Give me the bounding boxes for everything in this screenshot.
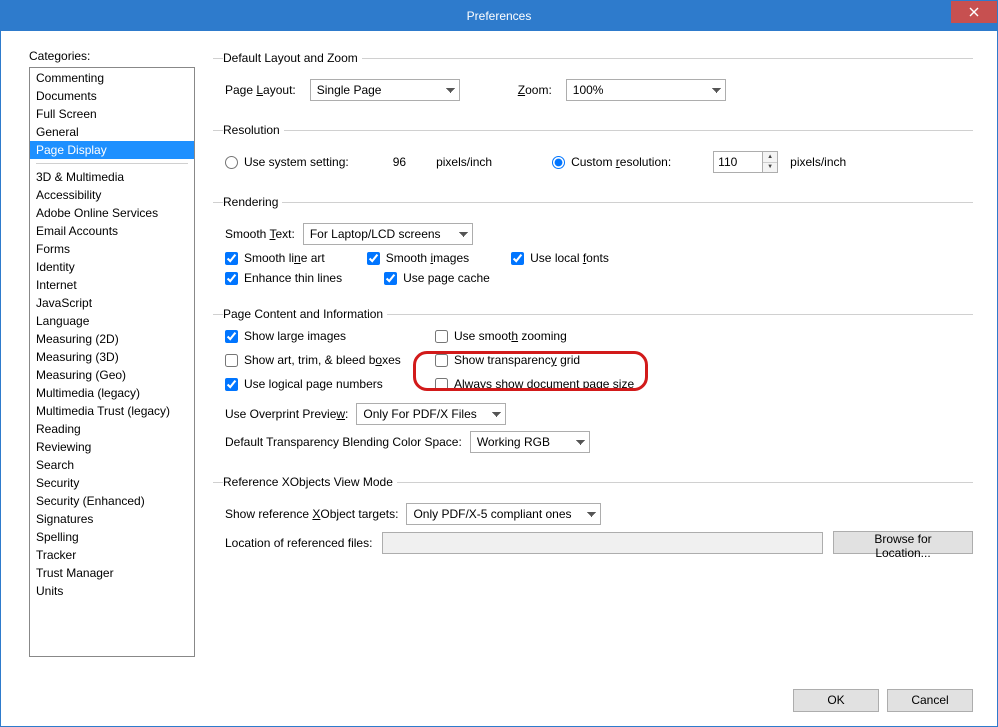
blend-label: Default Transparency Blending Color Spac…	[225, 435, 462, 449]
dialog-footer: OK Cancel	[1, 674, 997, 726]
legend-resolution: Resolution	[223, 123, 284, 137]
xobject-targets-label: Show reference XObject targets:	[225, 507, 398, 521]
category-item[interactable]: Reviewing	[30, 438, 194, 456]
category-item[interactable]: JavaScript	[30, 294, 194, 312]
location-label: Location of referenced files:	[225, 536, 372, 550]
check-use-page-cache[interactable]: Use page cache	[384, 271, 490, 285]
cancel-button[interactable]: Cancel	[887, 689, 973, 712]
legend-rendering: Rendering	[223, 195, 282, 209]
category-item[interactable]: Units	[30, 582, 194, 600]
categories-column: Categories: CommentingDocumentsFull Scre…	[29, 49, 195, 674]
xobject-targets-select[interactable]: Only PDF/X-5 compliant ones	[406, 503, 601, 525]
group-resolution: Resolution Use system setting: 96 pixels…	[213, 123, 973, 185]
category-item[interactable]: Language	[30, 312, 194, 330]
category-item[interactable]: Page Display	[30, 141, 194, 159]
category-item[interactable]: Spelling	[30, 528, 194, 546]
category-item[interactable]: Multimedia Trust (legacy)	[30, 402, 194, 420]
blend-select[interactable]: Working RGB	[470, 431, 590, 453]
radio-system-setting[interactable]: Use system setting:	[225, 155, 349, 169]
check-transparency-grid[interactable]: Show transparency grid	[435, 353, 655, 367]
categories-label: Categories:	[29, 49, 195, 63]
radio-custom-resolution[interactable]: Custom resolution:	[552, 155, 671, 169]
overprint-label: Use Overprint Preview:	[225, 407, 348, 421]
group-rendering: Rendering Smooth Text: For Laptop/LCD sc…	[213, 195, 973, 297]
window-title: Preferences	[467, 9, 532, 23]
check-always-show-doc-size[interactable]: Always show document page size	[435, 377, 655, 391]
custom-res-input[interactable]	[713, 151, 763, 173]
check-use-local-fonts[interactable]: Use local fonts	[511, 251, 609, 265]
category-item[interactable]: Forms	[30, 240, 194, 258]
category-item[interactable]: Search	[30, 456, 194, 474]
zoom-label: Zoom:	[518, 83, 552, 97]
category-item[interactable]: Multimedia (legacy)	[30, 384, 194, 402]
category-item[interactable]: Full Screen	[30, 105, 194, 123]
category-item[interactable]: Commenting	[30, 69, 194, 87]
smooth-text-label: Smooth Text:	[225, 227, 295, 241]
category-item[interactable]: Accessibility	[30, 186, 194, 204]
group-layout-zoom: Default Layout and Zoom Page Layout: Sin…	[213, 51, 973, 113]
categories-list[interactable]: CommentingDocumentsFull ScreenGeneralPag…	[29, 67, 195, 657]
page-layout-label: Page Layout:	[225, 83, 296, 97]
overprint-select[interactable]: Only For PDF/X Files	[356, 403, 506, 425]
titlebar: Preferences	[1, 1, 997, 31]
group-xobjects: Reference XObjects View Mode Show refere…	[213, 475, 973, 566]
browse-location-button[interactable]: Browse for Location...	[833, 531, 973, 554]
check-smooth-images[interactable]: Smooth images	[367, 251, 469, 265]
zoom-select[interactable]: 100%	[566, 79, 726, 101]
preferences-window: Preferences Categories: CommentingDocume…	[0, 0, 998, 727]
legend-layout-zoom: Default Layout and Zoom	[223, 51, 362, 65]
content-area: Categories: CommentingDocumentsFull Scre…	[1, 31, 997, 674]
system-res-value: 96	[393, 155, 406, 169]
category-item[interactable]: Measuring (Geo)	[30, 366, 194, 384]
category-item[interactable]: Security (Enhanced)	[30, 492, 194, 510]
check-enhance-thin-lines[interactable]: Enhance thin lines	[225, 271, 342, 285]
smooth-text-select[interactable]: For Laptop/LCD screens	[303, 223, 473, 245]
check-smooth-zooming[interactable]: Use smooth zooming	[435, 329, 655, 343]
check-art-trim-bleed[interactable]: Show art, trim, & bleed boxes	[225, 353, 435, 367]
check-show-large-images[interactable]: Show large images	[225, 329, 435, 343]
pixels-inch-1: pixels/inch	[436, 155, 492, 169]
category-item[interactable]: Measuring (3D)	[30, 348, 194, 366]
spinner-down-icon[interactable]: ▼	[763, 163, 777, 173]
spinner-up-icon[interactable]: ▲	[763, 152, 777, 163]
category-item[interactable]: Documents	[30, 87, 194, 105]
check-logical-page-numbers[interactable]: Use logical page numbers	[225, 377, 435, 391]
category-item[interactable]: General	[30, 123, 194, 141]
settings-column: Default Layout and Zoom Page Layout: Sin…	[213, 49, 973, 674]
category-item[interactable]: Adobe Online Services	[30, 204, 194, 222]
legend-xobjects: Reference XObjects View Mode	[223, 475, 397, 489]
group-page-content: Page Content and Information Show large …	[213, 307, 973, 465]
ok-button[interactable]: OK	[793, 689, 879, 712]
category-item[interactable]: Internet	[30, 276, 194, 294]
close-icon	[969, 7, 979, 17]
page-layout-select[interactable]: Single Page	[310, 79, 460, 101]
pixels-inch-2: pixels/inch	[790, 155, 846, 169]
category-item[interactable]: Identity	[30, 258, 194, 276]
category-item[interactable]: 3D & Multimedia	[30, 168, 194, 186]
check-smooth-line-art[interactable]: Smooth line art	[225, 251, 325, 265]
category-item[interactable]: Security	[30, 474, 194, 492]
category-item[interactable]: Measuring (2D)	[30, 330, 194, 348]
category-item[interactable]: Tracker	[30, 546, 194, 564]
category-item[interactable]: Email Accounts	[30, 222, 194, 240]
category-item[interactable]: Signatures	[30, 510, 194, 528]
category-item[interactable]: Reading	[30, 420, 194, 438]
location-input[interactable]	[382, 532, 823, 554]
close-button[interactable]	[951, 1, 997, 23]
custom-res-spinner[interactable]: ▲ ▼	[713, 151, 778, 173]
category-separator	[36, 163, 188, 164]
category-item[interactable]: Trust Manager	[30, 564, 194, 582]
legend-page-content: Page Content and Information	[223, 307, 387, 321]
